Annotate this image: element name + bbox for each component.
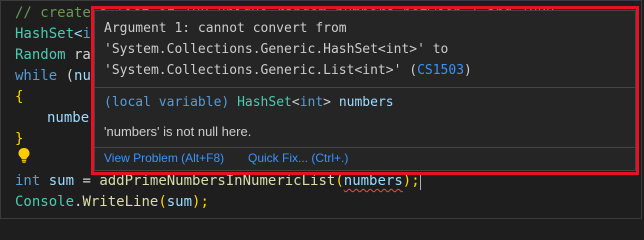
brace-token: { bbox=[15, 89, 24, 105]
text-cursor bbox=[419, 172, 421, 190]
symbol-name: numbers bbox=[331, 95, 394, 110]
code-line-random: Random ran bbox=[15, 45, 99, 66]
view-problem-link[interactable]: View Problem (Alt+F8) bbox=[104, 151, 224, 165]
function-token: WriteLine bbox=[82, 194, 159, 210]
paren-token: ); bbox=[402, 173, 420, 189]
variable-token: sum bbox=[166, 194, 193, 210]
lightbulb-icon[interactable] bbox=[17, 147, 31, 163]
hover-actions-bar: View Problem (Alt+F8) Quick Fix... (Ctrl… bbox=[95, 146, 635, 170]
code-line-sum: int sum = addPrimeNumbersInNumericList(n… bbox=[15, 171, 421, 192]
code-line-while: while (num bbox=[15, 66, 99, 87]
error-message-text: 'System.Collections.Generic.List<int>' ( bbox=[104, 63, 418, 78]
punctuation-token: < bbox=[291, 95, 300, 110]
variable-token: number bbox=[47, 110, 98, 126]
error-message-line-1: Argument 1: cannot convert from bbox=[104, 21, 347, 36]
brace-token: } bbox=[15, 131, 24, 147]
paren-token: ( bbox=[335, 173, 344, 189]
error-message-text: ) bbox=[464, 63, 472, 78]
keyword-token: while bbox=[15, 68, 58, 84]
error-message-line-3: 'System.Collections.Generic.List<int>' (… bbox=[104, 63, 472, 78]
nullability-note: 'numbers' is not null here. bbox=[104, 124, 252, 139]
type-token: HashSet bbox=[15, 26, 75, 42]
type-token: Console bbox=[15, 194, 75, 210]
function-token: addPrimeNumbersInNumericList bbox=[99, 173, 336, 189]
variable-token: sum bbox=[40, 173, 75, 189]
divider bbox=[95, 87, 635, 88]
symbol-signature: (local variable) HashSet<int> numbers bbox=[104, 95, 394, 110]
error-code-link[interactable]: CS1503 bbox=[417, 63, 464, 78]
keyword-token: int bbox=[299, 95, 324, 110]
code-line-numbers: number bbox=[47, 108, 98, 129]
code-line-console: Console.WriteLine(sum); bbox=[15, 192, 209, 213]
symbol-kind: (local variable) bbox=[104, 95, 238, 110]
operator-token: = bbox=[74, 173, 100, 189]
punctuation-token: > bbox=[323, 95, 331, 110]
code-line-open-brace: { bbox=[15, 87, 23, 108]
paren-token: ); bbox=[192, 194, 209, 210]
code-text: ( bbox=[57, 68, 75, 84]
error-message-line-2: 'System.Collections.Generic.HashSet<int>… bbox=[104, 42, 449, 57]
symbol-type: HashSet bbox=[237, 95, 292, 110]
type-token: Random bbox=[15, 47, 66, 63]
keyword-token: int bbox=[15, 173, 41, 189]
paren-token: ( bbox=[158, 194, 167, 210]
hover-tooltip: Argument 1: cannot convert from 'System.… bbox=[94, 10, 636, 171]
quick-fix-link[interactable]: Quick Fix... (Ctrl+.) bbox=[248, 151, 348, 165]
error-argument-token[interactable]: numbers bbox=[344, 173, 403, 189]
